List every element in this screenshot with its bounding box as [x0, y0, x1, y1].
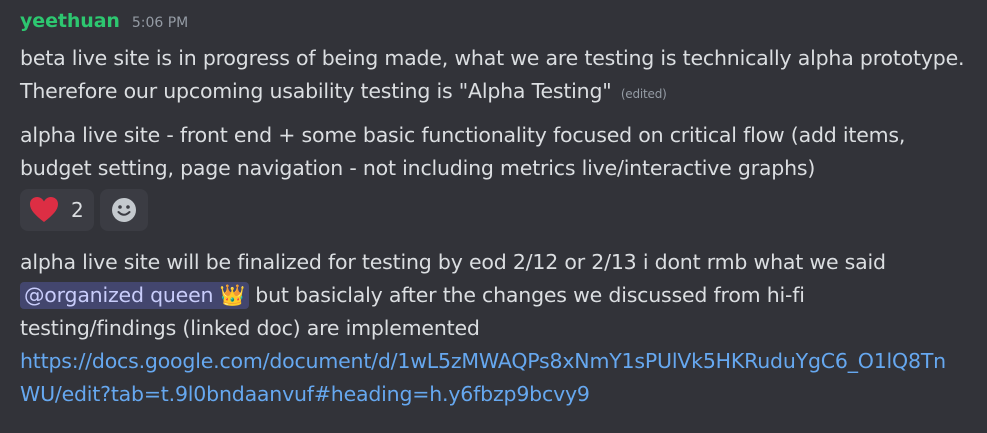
heart-emoji-icon	[30, 197, 58, 222]
link-text[interactable]: https://docs.google.com/document/d/1wL5z…	[20, 349, 946, 373]
username[interactable]: yeethuan	[20, 10, 120, 32]
edited-label: (edited)	[620, 87, 667, 101]
add-reaction-icon	[112, 198, 136, 222]
message-text-line: Therefore our upcoming usability testing…	[20, 75, 975, 111]
doc-link[interactable]: https://docs.google.com/document/d/1wL5z…	[20, 345, 975, 378]
timestamp[interactable]: 5:06 PM	[132, 15, 188, 31]
message-text: but basiclaly after the changes we discu…	[255, 283, 805, 307]
doc-link-continued[interactable]: WU/edit?tab=t.9l0bndaanvuf#heading=h.y6f…	[20, 378, 975, 411]
message-text-line: alpha live site will be finalized for te…	[20, 250, 886, 274]
message-text: Therefore our upcoming usability testing…	[20, 79, 612, 103]
mention-name: @organized queen	[24, 283, 214, 307]
message-text-line: alpha live site - front end + some basic…	[20, 123, 906, 147]
user-mention[interactable]: @organized queen 👑	[20, 282, 249, 309]
message-text-line: beta live site is in progress of being m…	[20, 46, 965, 70]
add-reaction-button[interactable]	[100, 189, 148, 231]
message-text-line: budget setting, page navigation - not in…	[20, 156, 816, 180]
message-header: yeethuan 5:06 PM	[20, 10, 975, 42]
reactions-bar: 2	[20, 189, 975, 233]
message-text-line: testing/findings (linked doc) are implem…	[20, 316, 480, 340]
crown-emoji-icon: 👑	[219, 283, 246, 307]
message-paragraph-2: alpha live site - front end + some basic…	[20, 119, 975, 185]
message-group: yeethuan 5:06 PM beta live site is in pr…	[20, 8, 975, 411]
message-text-line: @organized queen 👑 but basiclaly after t…	[20, 279, 975, 312]
message-paragraph-3: alpha live site will be finalized for te…	[20, 246, 975, 411]
reaction-heart[interactable]: 2	[20, 189, 94, 231]
message-paragraph-1: beta live site is in progress of being m…	[20, 42, 975, 111]
reaction-count: 2	[71, 198, 84, 222]
link-text[interactable]: WU/edit?tab=t.9l0bndaanvuf#heading=h.y6f…	[20, 382, 590, 406]
